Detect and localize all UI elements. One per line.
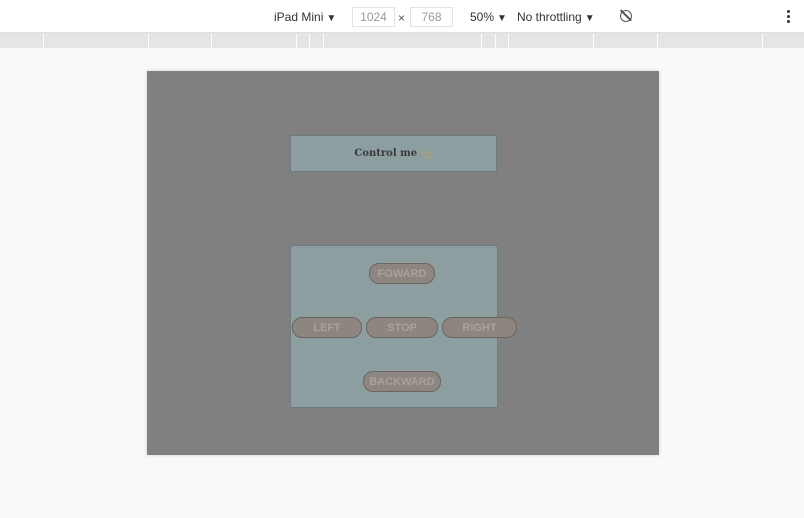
device-toolbar: iPad Mini ▼ 1024 × 768 50% ▼ No throttling…	[0, 0, 804, 33]
zoom-label: 50%	[470, 10, 495, 24]
left-button[interactable]: LEFT	[292, 317, 362, 338]
device-viewport: Control me ☆ FOWARD LEFT STOP RIGHT BACK…	[147, 71, 659, 455]
ruler-tick	[657, 34, 658, 48]
device-label: iPad Mini	[274, 10, 324, 24]
stop-button[interactable]: STOP	[366, 317, 438, 338]
height-input[interactable]: 768	[410, 7, 453, 27]
title-card: Control me ☆	[290, 135, 497, 172]
page-title: Control me	[354, 148, 418, 159]
throttling-caret-icon: ▼	[584, 13, 595, 24]
ruler-tick	[211, 34, 212, 48]
ruler-tick	[762, 34, 763, 48]
media-query-bar[interactable]	[0, 33, 804, 48]
zoom-select[interactable]: 50% ▼	[470, 9, 507, 27]
star-icon: ☆	[420, 145, 433, 162]
rotate-icon[interactable]	[620, 10, 632, 22]
more-vert-icon[interactable]	[787, 10, 790, 25]
width-input[interactable]: 1024	[352, 7, 395, 27]
ruler-tick	[296, 34, 297, 48]
ruler-tick	[148, 34, 149, 48]
ruler-tick	[481, 34, 482, 48]
dimension-separator: ×	[398, 11, 406, 25]
forward-button[interactable]: FOWARD	[369, 263, 435, 284]
device-select[interactable]: iPad Mini ▼	[274, 9, 336, 27]
backward-button[interactable]: BACKWARD	[363, 371, 441, 392]
throttling-select[interactable]: No throttling ▼	[517, 9, 595, 27]
throttling-label: No throttling	[517, 10, 582, 24]
device-caret-icon: ▼	[326, 13, 337, 24]
ruler-tick	[593, 34, 594, 48]
ruler-tick	[43, 34, 44, 48]
ruler-tick	[323, 34, 324, 48]
zoom-caret-icon: ▼	[497, 13, 507, 24]
ruler-tick	[508, 34, 509, 48]
right-button[interactable]: RIGHT	[442, 317, 517, 338]
ruler-tick	[309, 34, 310, 48]
ruler-tick	[495, 34, 496, 48]
